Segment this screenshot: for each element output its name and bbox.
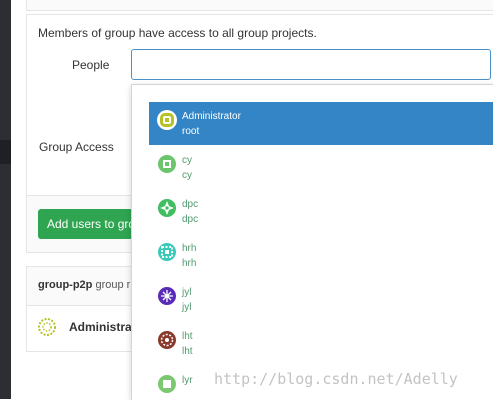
group-access-info: Members of group have access to all grou…: [38, 26, 317, 40]
member-row[interactable]: Administrat: [38, 318, 136, 336]
user-avatar-icon: [157, 110, 177, 130]
option-name: cy: [182, 155, 192, 166]
option-username: root: [182, 126, 200, 137]
people-input[interactable]: [131, 49, 491, 80]
user-avatar-icon: [157, 242, 177, 262]
group-access-label: Group Access: [39, 140, 114, 154]
option-name: Administrator: [182, 111, 241, 122]
user-avatar-icon: [157, 374, 177, 394]
option-username: lht: [182, 346, 193, 357]
option-name: hrh: [182, 243, 197, 254]
dropdown-option-jyl[interactable]: jyl jyl: [149, 278, 493, 321]
option-name: dpc: [182, 199, 199, 210]
user-avatar-icon: [157, 286, 177, 306]
member-avatar-icon: [38, 318, 56, 336]
option-username: dpc: [182, 214, 199, 225]
dropdown-option-cy[interactable]: cy cy: [149, 146, 493, 189]
option-name: lyr: [182, 375, 193, 386]
user-avatar-icon: [157, 330, 177, 350]
dropdown-option-hrh[interactable]: hrh hrh: [149, 234, 493, 277]
sidebar-strip: [0, 0, 11, 399]
option-username: hrh: [182, 258, 197, 269]
watermark: http://blog.csdn.net/Adelly: [214, 370, 458, 388]
group-members-heading: group-p2p group r: [38, 279, 130, 291]
option-username: cy: [182, 170, 192, 181]
people-dropdown: Administrator root cy cy dpc dpc hrh hrh…: [131, 84, 493, 400]
option-name: lht: [182, 331, 193, 342]
group-name: group-p2p: [38, 279, 93, 291]
sidebar-active-marker: [0, 140, 11, 164]
previous-panel-edge: [26, 0, 493, 11]
user-avatar-icon: [157, 198, 177, 218]
option-name: jyl: [182, 287, 192, 298]
people-label: People: [72, 58, 110, 72]
option-username: jyl: [182, 302, 192, 313]
group-heading-suffix: group r: [95, 279, 131, 291]
dropdown-option-administrator[interactable]: Administrator root: [149, 102, 493, 145]
user-avatar-icon: [157, 154, 177, 174]
dropdown-option-dpc[interactable]: dpc dpc: [149, 190, 493, 233]
member-name: Administrat: [69, 320, 136, 334]
dropdown-option-lht[interactable]: lht lht: [149, 322, 493, 365]
